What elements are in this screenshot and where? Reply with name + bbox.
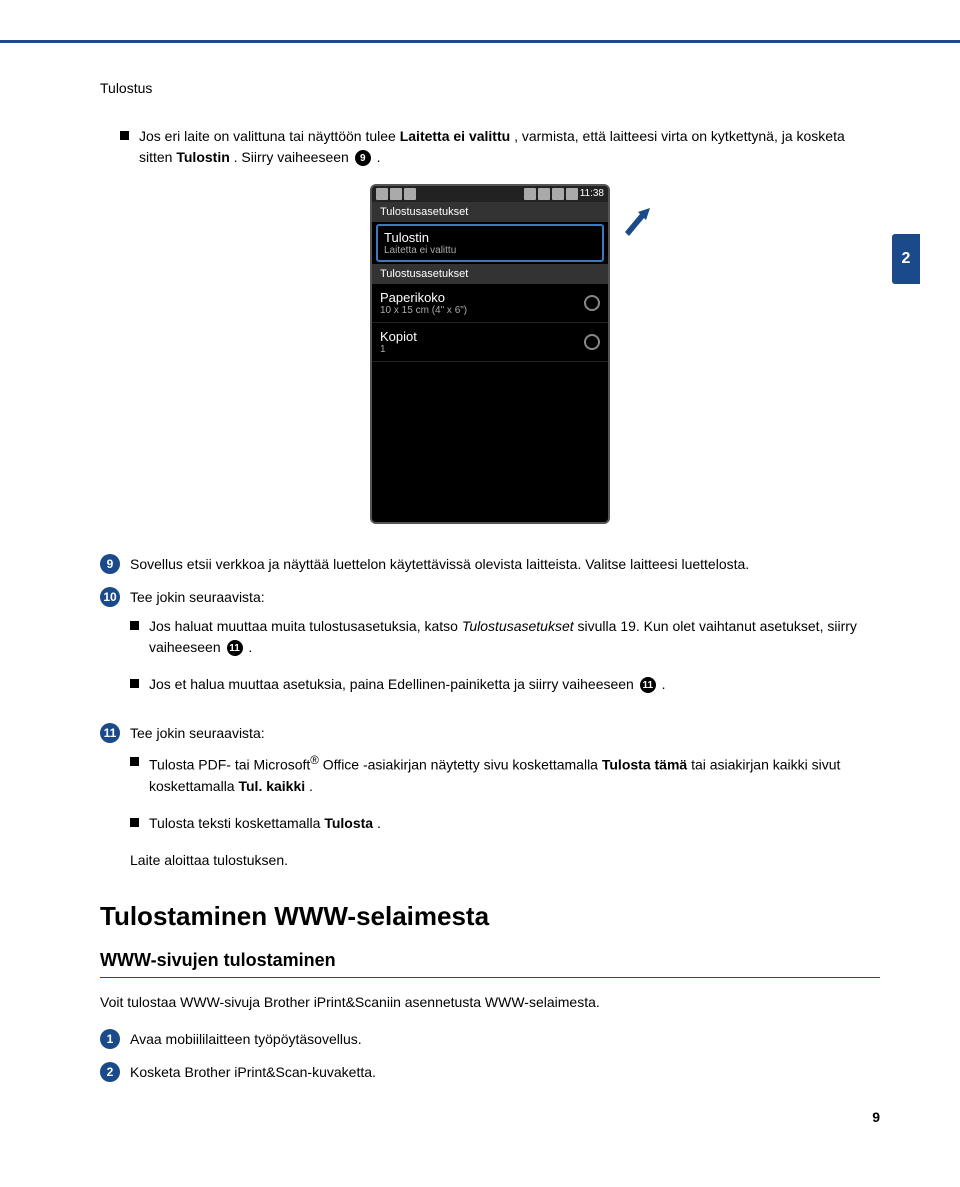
text: Jos et halua muuttaa asetuksia, paina Ed… bbox=[149, 676, 638, 692]
step-text: Sovellus etsii verkkoa ja näyttää luette… bbox=[130, 554, 880, 575]
text-bold: Tul. kaikki bbox=[238, 778, 305, 794]
step-number-icon: 2 bbox=[100, 1062, 120, 1082]
step-text: Avaa mobiililaitteen työpöytäsovellus. bbox=[130, 1029, 880, 1050]
text: Jos eri laite on valittuna tai näyttöön … bbox=[139, 128, 400, 144]
step-ref-icon: 11 bbox=[640, 677, 656, 693]
row-label: Tulostin bbox=[384, 230, 456, 245]
chapter-tab: 2 bbox=[892, 234, 920, 284]
text: . bbox=[377, 815, 381, 831]
section-header: Tulostus bbox=[100, 80, 880, 96]
text: . bbox=[377, 149, 381, 165]
phone-row-paper: Paperikoko 10 x 15 cm (4" x 6") bbox=[372, 284, 608, 323]
row-label: Kopiot bbox=[380, 329, 417, 344]
browser-step-1: 1 Avaa mobiililaitteen työpöytäsovellus. bbox=[100, 1029, 880, 1050]
step-9: 9 Sovellus etsii verkkoa ja näyttää luet… bbox=[100, 554, 880, 575]
square-bullet-icon bbox=[130, 818, 139, 827]
list-item: Tulosta teksti koskettamalla Tulosta . bbox=[130, 813, 880, 834]
text: . bbox=[309, 778, 313, 794]
text-bold: Tulostin bbox=[176, 149, 229, 165]
step-10: 10 Tee jokin seuraavista: Jos haluat muu… bbox=[100, 587, 880, 711]
phone-statusbar: 11:38 bbox=[372, 186, 608, 202]
status-icon bbox=[404, 188, 416, 200]
battery-icon bbox=[566, 188, 578, 200]
row-sublabel: 1 bbox=[380, 344, 417, 355]
text: . Siirry vaiheeseen bbox=[234, 149, 353, 165]
phone-screen-title: Tulostusasetukset bbox=[372, 202, 608, 222]
step-text: Kosketa Brother iPrint&Scan-kuvaketta. bbox=[130, 1062, 880, 1083]
step-11: 11 Tee jokin seuraavista: Tulosta PDF- t… bbox=[100, 723, 880, 871]
square-bullet-icon bbox=[130, 679, 139, 688]
callout-arrow-icon bbox=[620, 204, 660, 249]
text: Jos haluat muuttaa muita tulostusasetuks… bbox=[149, 618, 462, 634]
page-number: 9 bbox=[872, 1109, 880, 1125]
heading-browser-print: Tulostaminen WWW-selaimesta bbox=[100, 901, 880, 932]
phone-row-printer: Tulostin Laitetta ei valittu bbox=[376, 224, 604, 262]
step-intro: Tee jokin seuraavista: bbox=[130, 587, 880, 608]
step-number-icon: 10 bbox=[100, 587, 120, 607]
text: . bbox=[248, 639, 252, 655]
square-bullet-icon bbox=[130, 757, 139, 766]
text: . bbox=[662, 676, 666, 692]
page-content: Tulostus Jos eri laite on valittuna tai … bbox=[0, 0, 960, 1155]
row-label: Paperikoko bbox=[380, 290, 467, 305]
bluetooth-icon bbox=[524, 188, 536, 200]
subheading-www-pages: WWW-sivujen tulostaminen bbox=[100, 950, 880, 978]
row-sublabel: Laitetta ei valittu bbox=[384, 245, 456, 256]
square-bullet-icon bbox=[130, 621, 139, 630]
wifi-icon bbox=[538, 188, 550, 200]
text: Tulosta PDF- tai Microsoft bbox=[149, 757, 310, 773]
row-sublabel: 10 x 15 cm (4" x 6") bbox=[380, 305, 467, 316]
phone-empty-area bbox=[372, 362, 608, 522]
text-bold: Tulosta bbox=[324, 815, 373, 831]
square-bullet-icon bbox=[120, 131, 129, 140]
list-item: Jos et halua muuttaa asetuksia, paina Ed… bbox=[130, 674, 880, 695]
registered-icon: ® bbox=[310, 754, 319, 767]
phone-section-title: Tulostusasetukset bbox=[372, 264, 608, 284]
text: Office -asiakirjan näytetty sivu koskett… bbox=[323, 757, 602, 773]
status-icon bbox=[376, 188, 388, 200]
list-item: Jos haluat muuttaa muita tulostusasetuks… bbox=[130, 616, 880, 658]
phone-screenshot: 11:38 Tulostusasetukset Tulostin Laitett… bbox=[370, 184, 610, 524]
text: Tulosta teksti koskettamalla bbox=[149, 815, 324, 831]
step-number-icon: 11 bbox=[100, 723, 120, 743]
phone-screenshot-wrap: 11:38 Tulostusasetukset Tulostin Laitett… bbox=[100, 184, 880, 524]
step-number-icon: 9 bbox=[100, 554, 120, 574]
browser-intro: Voit tulostaa WWW-sivuja Brother iPrint&… bbox=[100, 992, 880, 1013]
text-bold: Laitetta ei valittu bbox=[400, 128, 510, 144]
text-italic: Tulostusasetukset bbox=[462, 618, 574, 634]
top-note: Jos eri laite on valittuna tai näyttöön … bbox=[100, 126, 880, 168]
phone-time: 11:38 bbox=[580, 188, 604, 200]
radio-icon bbox=[584, 334, 600, 350]
browser-step-2: 2 Kosketa Brother iPrint&Scan-kuvaketta. bbox=[100, 1062, 880, 1083]
signal-icon bbox=[552, 188, 564, 200]
step-ref-icon: 9 bbox=[355, 150, 371, 166]
radio-icon bbox=[584, 295, 600, 311]
status-icon bbox=[390, 188, 402, 200]
step-outro: Laite aloittaa tulostuksen. bbox=[130, 850, 880, 871]
text-bold: Tulosta tämä bbox=[602, 757, 687, 773]
step-intro: Tee jokin seuraavista: bbox=[130, 723, 880, 744]
step-number-icon: 1 bbox=[100, 1029, 120, 1049]
list-item: Tulosta PDF- tai Microsoft® Office -asia… bbox=[130, 752, 880, 797]
step-ref-icon: 11 bbox=[227, 640, 243, 656]
phone-row-copies: Kopiot 1 bbox=[372, 323, 608, 362]
